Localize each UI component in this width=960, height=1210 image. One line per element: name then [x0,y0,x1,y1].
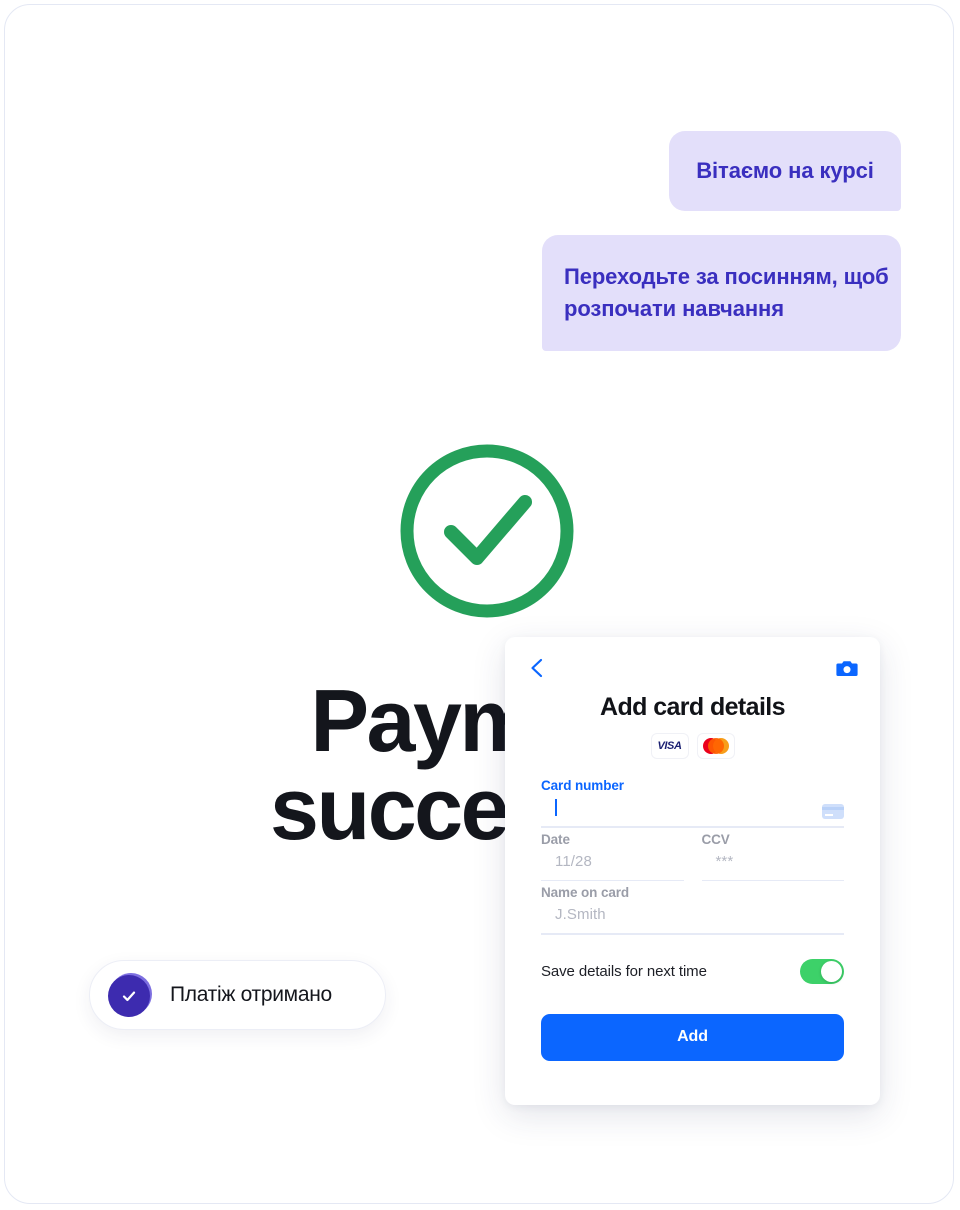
app-frame: Вітаємо на курсі Переходьте за посинням,… [4,4,954,1204]
field-underline [701,879,844,881]
date-label: Date [541,831,570,847]
name-on-card-label: Name on card [541,885,630,900]
chat-bubble-greeting: Вітаємо на курсі [669,131,901,211]
toggle-knob [821,960,842,982]
card-panel-title: Add card details [600,693,786,721]
field-underline [541,826,844,828]
add-card-panel: Add card details VISA Card number Date 1… [505,637,880,1105]
add-card-button[interactable]: Add [541,1013,844,1061]
mastercard-logo [697,734,734,758]
check-badge-icon [108,973,152,1017]
payment-received-pill: Платіж отримано [89,960,386,1030]
visa-logo: VISA [651,734,688,758]
field-underline [541,879,684,881]
visa-logo-text: VISA [657,740,682,752]
card-number-input[interactable] [541,793,844,826]
card-number-field[interactable]: Card number [541,778,844,828]
card-brand-row: VISA [505,734,880,758]
save-details-toggle[interactable] [800,958,844,984]
field-underline [541,933,844,935]
date-field[interactable]: Date 11/28 [541,831,684,881]
name-on-card-field[interactable]: Name on card J.Smith [541,885,844,935]
text-caret [555,799,557,816]
date-input[interactable]: 11/28 [541,847,684,880]
save-details-label: Save details for next time [541,962,707,980]
chevron-left-icon[interactable] [527,657,547,679]
ccv-field[interactable]: CCV *** [701,831,845,881]
card-panel-topbar [505,637,880,691]
card-number-label: Card number [541,778,624,793]
name-on-card-input[interactable]: J.Smith [541,900,844,933]
date-ccv-row: Date 11/28 CCV *** [541,832,844,886]
save-details-row: Save details for next time [541,958,844,984]
camera-icon[interactable] [836,659,858,677]
card-form: Card number Date 11/28 CCV *** Name on c… [505,758,880,1061]
chat-bubble-instruction: Переходьте за посинням, щоб розпочати на… [542,235,901,351]
check-circle-icon [396,440,578,622]
ccv-label: CCV [701,831,730,847]
ccv-input[interactable]: *** [702,847,845,880]
credit-card-icon[interactable] [822,803,844,819]
payment-received-label: Платіж отримано [170,983,332,1006]
